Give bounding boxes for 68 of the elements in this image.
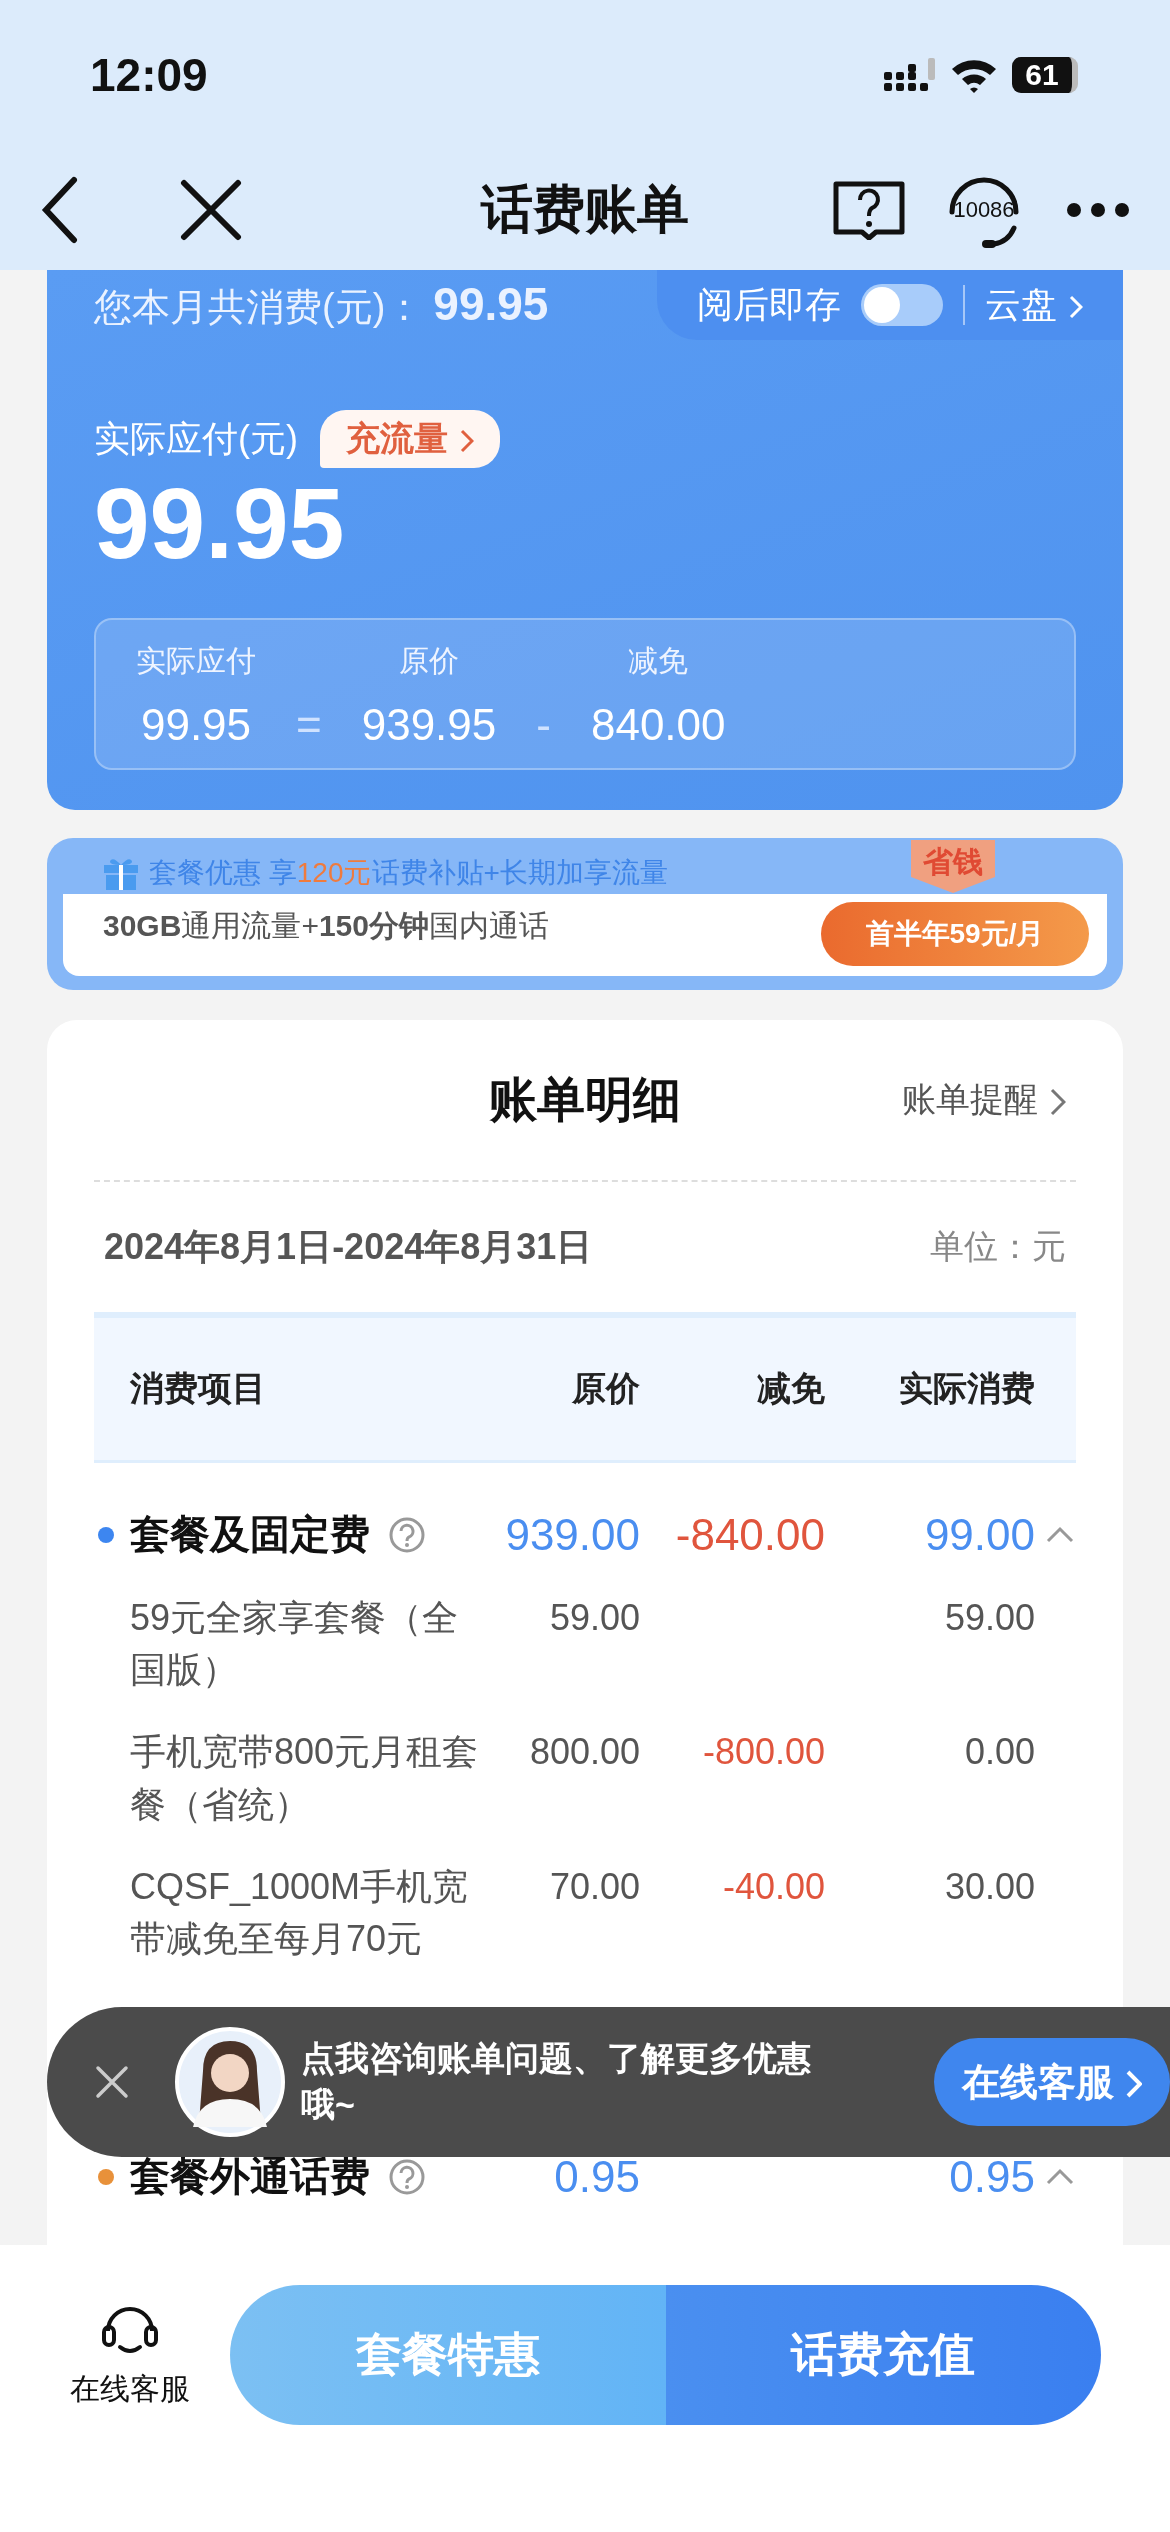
item-name: 59元全家享套餐（全国版）: [130, 1596, 460, 1693]
online-service-tab[interactable]: 在线客服: [70, 2297, 190, 2410]
help-book-icon[interactable]: [832, 180, 906, 240]
category-name: 套餐及固定费: [130, 1511, 370, 1558]
signal-icon: [884, 58, 936, 92]
promo-offer: 30GB通用流量+150分钟国内通话: [103, 908, 549, 944]
chevron-icon: [1069, 295, 1083, 319]
savings-badge: 省钱: [911, 840, 995, 893]
unit-label: 单位：元: [930, 1226, 1066, 1267]
help-icon[interactable]: [388, 1515, 426, 1554]
item-discount: -40.00: [721, 1864, 825, 1909]
recharge-button[interactable]: 话费充值: [665, 2285, 1101, 2425]
category-actual: 99.00: [923, 1509, 1035, 1560]
operator-sign: =: [296, 700, 322, 750]
item-original: 59.00: [548, 1596, 640, 1640]
payable-amount: 99.95: [94, 468, 346, 578]
column-header: 实际消费: [898, 1368, 1035, 1409]
chat-prompt-bar[interactable]: 点我咨询账单问题、了解更多优惠哦~ 在线客服: [47, 2007, 1170, 2157]
promo-banner[interactable]: 套餐优惠 享120元话费补贴+长期加享流量 30GB通用流量+150分钟国内通话 省钱 首半年59元/月: [47, 838, 1123, 990]
item-original: 800.00: [528, 1730, 640, 1775]
item-actual: 0.00: [963, 1730, 1035, 1775]
breakdown-value: 99.95: [140, 700, 252, 750]
promo-headline: 套餐优惠 享120元话费补贴+长期加享流量: [149, 856, 668, 890]
status-time: 12:09: [90, 48, 208, 102]
operator-sign: -: [536, 700, 551, 750]
collapse-icon[interactable]: [1045, 2167, 1075, 2186]
chevron-icon: [1126, 2070, 1142, 2099]
bill-reminder-link[interactable]: 账单提醒: [902, 1077, 1066, 1123]
monthly-total: 您本月共消费(元)： 99.95: [94, 277, 549, 332]
item-name: CQSF_1000M手机宽带减免至每月70元: [130, 1864, 470, 1961]
breakdown-value: 939.95: [361, 700, 497, 750]
more-icon[interactable]: [1066, 202, 1130, 218]
back-icon[interactable]: [40, 176, 80, 244]
item-actual: 59.00: [943, 1596, 1035, 1640]
help-icon[interactable]: [388, 2157, 426, 2196]
close-icon[interactable]: [180, 179, 242, 241]
chat-prompt-message: 点我咨询账单问题、了解更多优惠哦~: [301, 2038, 812, 2125]
payable-label: 实际应付(元): [94, 416, 298, 461]
offer-button[interactable]: 首半年59元/月: [821, 902, 1089, 966]
billing-period: 2024年8月1日-2024年8月31日: [104, 1224, 593, 1269]
section-title: 账单明细: [489, 1072, 681, 1128]
column-header: 原价: [571, 1368, 640, 1409]
chevron-icon: [1050, 1088, 1066, 1116]
item-name: 手机宽带800元月租套餐（省统）: [130, 1730, 480, 1827]
page-title: 话费账单: [481, 179, 689, 240]
hotline-button[interactable]: 10086: [942, 168, 1026, 252]
breakdown-value: 840.00: [590, 700, 726, 750]
chevron-icon: [460, 429, 474, 453]
cloud-link[interactable]: 云盘: [985, 280, 1083, 330]
item-discount: -800.00: [701, 1730, 825, 1775]
breakdown-label: 原价: [399, 643, 459, 679]
breakdown-label: 实际应付: [136, 643, 256, 679]
column-header: 减免: [756, 1368, 825, 1409]
autosave-label: 阅后即存: [697, 282, 841, 327]
wifi-icon: [950, 57, 998, 93]
plan-deals-button[interactable]: 套餐特惠: [230, 2285, 666, 2425]
item-original: 70.00: [548, 1864, 640, 1909]
gift-icon: [103, 856, 139, 890]
category-discount: -840.00: [674, 1509, 825, 1560]
topup-button[interactable]: 充流量: [320, 410, 500, 468]
breakdown-label: 减免: [628, 643, 689, 679]
category-original: 939.00: [504, 1509, 640, 1560]
autosave-toggle[interactable]: [861, 284, 943, 326]
collapse-icon[interactable]: [1045, 1525, 1075, 1544]
column-header: 消费项目: [130, 1368, 267, 1409]
battery-level: 61: [1025, 58, 1059, 92]
item-actual: 30.00: [943, 1864, 1035, 1909]
online-service-button[interactable]: 在线客服: [934, 2038, 1170, 2126]
